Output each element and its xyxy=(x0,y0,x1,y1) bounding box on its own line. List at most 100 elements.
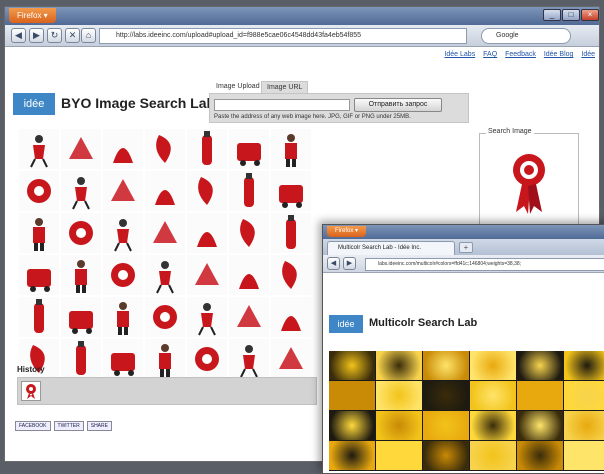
color-result-tile[interactable] xyxy=(376,411,422,440)
result-thumbnail[interactable] xyxy=(229,339,269,379)
address-bar-2[interactable]: labs.ideeinc.com/multicolr#colors=ffd41c… xyxy=(365,258,604,271)
stop-icon[interactable]: ✕ xyxy=(65,28,80,43)
tab-multicolr[interactable]: Multicolr Search Lab - Idée Inc. xyxy=(327,241,455,255)
result-thumbnail[interactable] xyxy=(145,255,185,295)
result-thumbnail[interactable] xyxy=(61,171,101,211)
color-result-tile[interactable] xyxy=(517,351,563,380)
result-thumbnail[interactable] xyxy=(229,297,269,337)
result-thumbnail[interactable] xyxy=(61,297,101,337)
firefox-menu-button-2[interactable]: Firefox ▾ xyxy=(327,226,367,237)
idee-logo-2[interactable]: idée xyxy=(329,315,363,333)
result-thumbnail[interactable] xyxy=(271,255,311,295)
color-result-tile[interactable] xyxy=(329,381,375,410)
color-result-tile[interactable] xyxy=(376,351,422,380)
result-thumbnail[interactable] xyxy=(145,129,185,169)
result-thumbnail[interactable] xyxy=(229,129,269,169)
link-faq[interactable]: FAQ xyxy=(483,51,497,58)
result-thumbnail[interactable] xyxy=(103,171,143,211)
link-idee-labs[interactable]: Idée Labs xyxy=(444,51,475,58)
submit-button[interactable]: Отправить запрос xyxy=(354,98,442,112)
new-tab-button[interactable]: + xyxy=(459,242,473,253)
result-thumbnail[interactable] xyxy=(145,171,185,211)
link-idee-blog[interactable]: Idée Blog xyxy=(544,51,574,58)
forward-icon-2[interactable]: ▶ xyxy=(343,257,356,270)
idee-logo[interactable]: idée xyxy=(13,93,55,115)
result-thumbnail[interactable] xyxy=(103,297,143,337)
thumbnail-image xyxy=(155,190,175,205)
color-result-tile[interactable] xyxy=(564,351,604,380)
address-bar[interactable]: http://labs.ideeinc.com/upload#upload_id… xyxy=(99,28,467,44)
result-thumbnail[interactable] xyxy=(229,171,269,211)
color-result-tile[interactable] xyxy=(329,351,375,380)
result-thumbnail[interactable] xyxy=(61,129,101,169)
result-thumbnail[interactable] xyxy=(19,255,59,295)
result-thumbnail[interactable] xyxy=(271,171,311,211)
share-button[interactable]: SHARE xyxy=(86,421,112,431)
close-icon[interactable]: × xyxy=(581,9,599,21)
thumbnail-image xyxy=(69,311,93,334)
back-icon-2[interactable]: ◀ xyxy=(327,257,340,270)
thumbnail-image xyxy=(72,177,90,210)
color-result-tile[interactable] xyxy=(517,411,563,440)
result-thumbnail[interactable] xyxy=(61,339,101,379)
forward-icon[interactable]: ▶ xyxy=(29,28,44,43)
tab-image-url[interactable]: Image URL xyxy=(261,81,309,93)
color-result-tile[interactable] xyxy=(564,411,604,440)
result-thumbnail[interactable] xyxy=(187,213,227,253)
result-thumbnail[interactable] xyxy=(187,339,227,379)
color-result-tile[interactable] xyxy=(423,351,469,380)
color-result-tile[interactable] xyxy=(517,381,563,410)
result-thumbnail[interactable] xyxy=(271,339,311,379)
color-result-tile[interactable] xyxy=(376,381,422,410)
facebook-button[interactable]: FACEBOOK xyxy=(15,421,51,431)
history-thumbnail[interactable] xyxy=(21,381,41,401)
firefox-menu-button[interactable]: Firefox ▾ xyxy=(9,8,56,23)
result-thumbnail[interactable] xyxy=(103,339,143,379)
result-thumbnail[interactable] xyxy=(145,297,185,337)
result-thumbnail[interactable] xyxy=(271,297,311,337)
result-thumbnail[interactable] xyxy=(61,255,101,295)
tab-image-upload[interactable]: Image Upload xyxy=(211,81,265,93)
maximize-icon[interactable]: □ xyxy=(562,9,580,21)
color-result-tile[interactable] xyxy=(423,381,469,410)
color-results-mosaic xyxy=(329,351,604,471)
result-thumbnail[interactable] xyxy=(19,171,59,211)
result-thumbnail[interactable] xyxy=(271,213,311,253)
result-thumbnail[interactable] xyxy=(229,255,269,295)
result-thumbnail[interactable] xyxy=(19,297,59,337)
result-thumbnail[interactable] xyxy=(229,213,269,253)
color-result-tile[interactable] xyxy=(423,411,469,440)
home-icon[interactable]: ⌂ xyxy=(81,28,96,43)
color-result-tile[interactable] xyxy=(564,381,604,410)
result-thumbnail[interactable] xyxy=(271,129,311,169)
link-idee[interactable]: Idée xyxy=(581,51,595,58)
color-result-tile[interactable] xyxy=(470,411,516,440)
result-thumbnail[interactable] xyxy=(187,171,227,211)
result-thumbnail[interactable] xyxy=(19,129,59,169)
color-result-tile[interactable] xyxy=(329,411,375,440)
title-bar-2: Firefox ▾ xyxy=(323,225,604,239)
image-url-input[interactable] xyxy=(214,99,350,111)
thumbnail-image xyxy=(285,134,297,167)
result-thumbnail[interactable] xyxy=(187,297,227,337)
result-thumbnail[interactable] xyxy=(103,255,143,295)
reload-icon[interactable]: ↻ xyxy=(47,28,62,43)
result-thumbnail[interactable] xyxy=(145,213,185,253)
thumbnail-image xyxy=(240,219,255,247)
result-thumbnail[interactable] xyxy=(187,255,227,295)
back-icon[interactable]: ◀ xyxy=(11,28,26,43)
result-thumbnail[interactable] xyxy=(61,213,101,253)
result-thumbnail[interactable] xyxy=(19,213,59,253)
color-result-tile[interactable] xyxy=(470,381,516,410)
search-box[interactable]: Google xyxy=(481,28,571,44)
result-thumbnail[interactable] xyxy=(145,339,185,379)
result-thumbnail[interactable] xyxy=(103,129,143,169)
thumbnail-image xyxy=(239,274,259,289)
result-thumbnail[interactable] xyxy=(187,129,227,169)
minimize-icon[interactable]: _ xyxy=(543,9,561,21)
result-thumbnail[interactable] xyxy=(103,213,143,253)
thumbnail-image xyxy=(197,232,217,247)
link-feedback[interactable]: Feedback xyxy=(505,51,536,58)
twitter-button[interactable]: TWITTER xyxy=(53,421,84,431)
color-result-tile[interactable] xyxy=(470,351,516,380)
